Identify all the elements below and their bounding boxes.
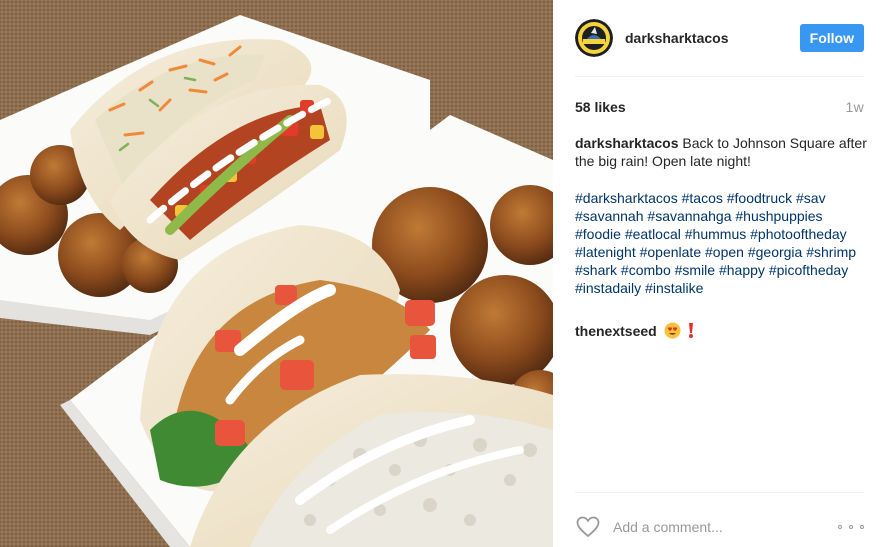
hashtag-link[interactable]: #latenight	[575, 244, 636, 260]
hashtag-link[interactable]: #foodie	[575, 226, 621, 242]
hashtag-link[interactable]: #hushpuppies	[735, 208, 822, 224]
hashtag-link[interactable]: #hummus	[685, 226, 746, 242]
dark-shark-logo-icon	[575, 19, 613, 57]
caption: darksharktacos Back to Johnson Square af…	[575, 134, 867, 170]
username[interactable]: darksharktacos	[625, 30, 729, 46]
more-options-button[interactable]	[838, 517, 864, 537]
like-button[interactable]	[575, 515, 601, 539]
more-options-icon	[849, 525, 853, 529]
likes-count[interactable]: 58 likes	[575, 99, 626, 115]
hashtag-link[interactable]: #savannahga	[647, 208, 731, 224]
hashtag-link[interactable]: #picoftheday	[769, 262, 848, 278]
hashtag-link[interactable]: #sav	[796, 190, 826, 206]
hashtag-link[interactable]: #savannah	[575, 208, 644, 224]
likes-row: 58 likes 1w	[575, 96, 864, 118]
comment-bar	[575, 508, 864, 546]
caption-author[interactable]: darksharktacos	[575, 135, 679, 151]
comment: thenextseed	[575, 322, 867, 343]
post-header: darksharktacos Follow	[575, 16, 864, 60]
hashtag-link[interactable]: #happy	[719, 262, 765, 278]
hashtag-link[interactable]: #instalike	[645, 280, 703, 296]
comment-author[interactable]: thenextseed	[575, 323, 657, 339]
comment-input[interactable]	[611, 515, 835, 539]
follow-button[interactable]: Follow	[799, 24, 864, 52]
hashtag-link[interactable]: #shrimp	[806, 244, 856, 260]
hashtag-link[interactable]: #tacos	[682, 190, 723, 206]
hashtag-list: #darksharktacos #tacos #foodtruck #sav #…	[575, 189, 867, 297]
hashtag-link[interactable]: #openlate	[640, 244, 702, 260]
hashtag-link[interactable]: #smile	[675, 262, 715, 278]
hashtag-link[interactable]: #darksharktacos	[575, 190, 678, 206]
hashtag-link[interactable]: #combo	[621, 262, 671, 278]
post-photo[interactable]	[0, 0, 553, 547]
hashtag-link[interactable]: #instadaily	[575, 280, 641, 296]
post-age[interactable]: 1w	[846, 99, 865, 115]
hashtag-link[interactable]: #georgia	[748, 244, 803, 260]
hashtag-link[interactable]: #foodtruck	[727, 190, 792, 206]
hashtag-link[interactable]: #eatlocal	[625, 226, 681, 242]
hashtag-link[interactable]: #shark	[575, 262, 617, 278]
heart-eyes-emoji-icon	[664, 322, 681, 343]
instagram-post: darksharktacos Follow 58 likes 1w darksh…	[0, 0, 880, 547]
tacos-photo-illustration	[0, 0, 553, 547]
comment-divider	[575, 492, 864, 493]
hashtag-link[interactable]: #open	[705, 244, 744, 260]
heart-icon	[576, 516, 600, 538]
header-divider	[575, 76, 864, 77]
exclamation-icon	[687, 322, 695, 343]
more-options-icon	[860, 525, 864, 529]
more-options-icon	[838, 525, 842, 529]
hashtag-link[interactable]: #photooftheday	[750, 226, 847, 242]
avatar[interactable]	[575, 19, 613, 57]
post-details-panel: darksharktacos Follow 58 likes 1w darksh…	[553, 0, 880, 547]
